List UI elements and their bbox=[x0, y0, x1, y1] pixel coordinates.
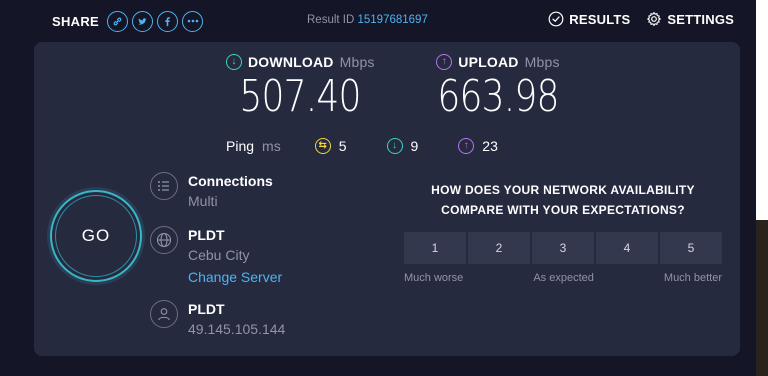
ping-unit: ms bbox=[262, 138, 281, 154]
result-id: Result ID 15197681697 bbox=[307, 14, 428, 26]
upload-value: 663.98 bbox=[437, 71, 559, 122]
share-label: SHARE bbox=[52, 13, 100, 29]
go-label: GO bbox=[81, 226, 111, 245]
upload-label: UPLOAD bbox=[458, 54, 519, 70]
right-edge-strip bbox=[756, 0, 768, 376]
label-much-worse: Much worse bbox=[404, 272, 464, 284]
user-icon bbox=[150, 300, 178, 328]
top-bar: SHARE Result ID 15197681697 RESULTS SETT… bbox=[0, 0, 756, 42]
twitter-icon[interactable] bbox=[132, 10, 154, 32]
rating-option-4[interactable]: 4 bbox=[596, 232, 658, 264]
idle-ping-icon: ⇆ bbox=[314, 138, 331, 154]
rating-option-3[interactable]: 3 bbox=[532, 232, 594, 264]
settings-label: SETTINGS bbox=[667, 11, 734, 27]
server-location: Cebu City bbox=[188, 247, 250, 263]
upload-unit: Mbps bbox=[524, 54, 560, 70]
download-label: DOWNLOAD bbox=[248, 54, 334, 70]
server-name: PLDT bbox=[188, 227, 225, 243]
go-button[interactable]: GO bbox=[50, 190, 142, 282]
check-circle-icon bbox=[548, 11, 564, 27]
connections-info: Connections Multi bbox=[150, 172, 273, 212]
more-icon[interactable] bbox=[182, 10, 204, 32]
ping-upload[interactable]: ↑ 23 bbox=[458, 138, 498, 154]
download-ping-icon: ↓ bbox=[386, 138, 403, 154]
ping-idle-value: 5 bbox=[338, 138, 347, 154]
upload-ping-icon: ↑ bbox=[458, 138, 475, 154]
download-unit: Mbps bbox=[339, 54, 375, 70]
survey-question-line2: COMPARE WITH YOUR EXPECTATIONS? bbox=[441, 203, 685, 217]
provider-info: PLDT 49.145.105.144 bbox=[150, 300, 285, 340]
result-id-label: Result ID bbox=[307, 14, 355, 26]
share-section: SHARE bbox=[52, 10, 204, 32]
results-label: RESULTS bbox=[569, 11, 631, 27]
label-much-better: Much better bbox=[663, 272, 722, 284]
upload-metric: ↑ UPLOAD Mbps 663.98 bbox=[424, 54, 572, 122]
settings-button[interactable]: SETTINGS bbox=[646, 11, 734, 27]
rating-option-5[interactable]: 5 bbox=[660, 232, 722, 264]
availability-survey: HOW DOES YOUR NETWORK AVAILABILITY COMPA… bbox=[404, 180, 722, 284]
right-edge-image bbox=[756, 220, 768, 376]
connections-value: Multi bbox=[188, 193, 218, 209]
survey-question-line1: HOW DOES YOUR NETWORK AVAILABILITY bbox=[431, 183, 695, 197]
rating-labels: Much worse As expected Much better bbox=[404, 272, 722, 284]
results-button[interactable]: RESULTS bbox=[548, 11, 630, 27]
ping-upload-value: 23 bbox=[482, 138, 498, 154]
download-arrow-icon: ↓ bbox=[226, 54, 242, 70]
gear-icon bbox=[647, 11, 662, 27]
rating-option-1[interactable]: 1 bbox=[404, 232, 466, 264]
connections-title: Connections bbox=[188, 173, 273, 189]
provider-ip: 49.145.105.144 bbox=[188, 321, 286, 337]
provider-name: PLDT bbox=[188, 301, 225, 317]
upload-arrow-icon: ↑ bbox=[436, 54, 453, 70]
download-metric: ↓ DOWNLOAD Mbps 507.40 bbox=[226, 54, 375, 122]
rating-scale: 1 2 3 4 5 bbox=[404, 232, 722, 264]
ping-row: Ping ms ⇆ 5 ↓ 9 ↑ 23 bbox=[226, 138, 538, 154]
ping-download[interactable]: ↓ 9 bbox=[386, 138, 419, 154]
ping-label: Ping bbox=[226, 138, 255, 154]
top-nav: RESULTS SETTINGS bbox=[548, 11, 734, 27]
globe-icon bbox=[150, 226, 178, 254]
ping-idle[interactable]: ⇆ 5 bbox=[314, 138, 347, 154]
ping-download-value: 9 bbox=[410, 138, 419, 154]
result-id-value[interactable]: 15197681697 bbox=[358, 14, 428, 26]
link-icon[interactable] bbox=[107, 10, 129, 32]
connections-icon bbox=[150, 172, 178, 200]
change-server-link[interactable]: Change Server bbox=[188, 266, 282, 288]
rating-option-2[interactable]: 2 bbox=[468, 232, 530, 264]
facebook-icon[interactable] bbox=[157, 10, 179, 32]
label-as-expected: As expected bbox=[533, 272, 594, 284]
server-info: PLDT Cebu City Change Server bbox=[150, 226, 282, 288]
download-value: 507.40 bbox=[239, 71, 362, 122]
